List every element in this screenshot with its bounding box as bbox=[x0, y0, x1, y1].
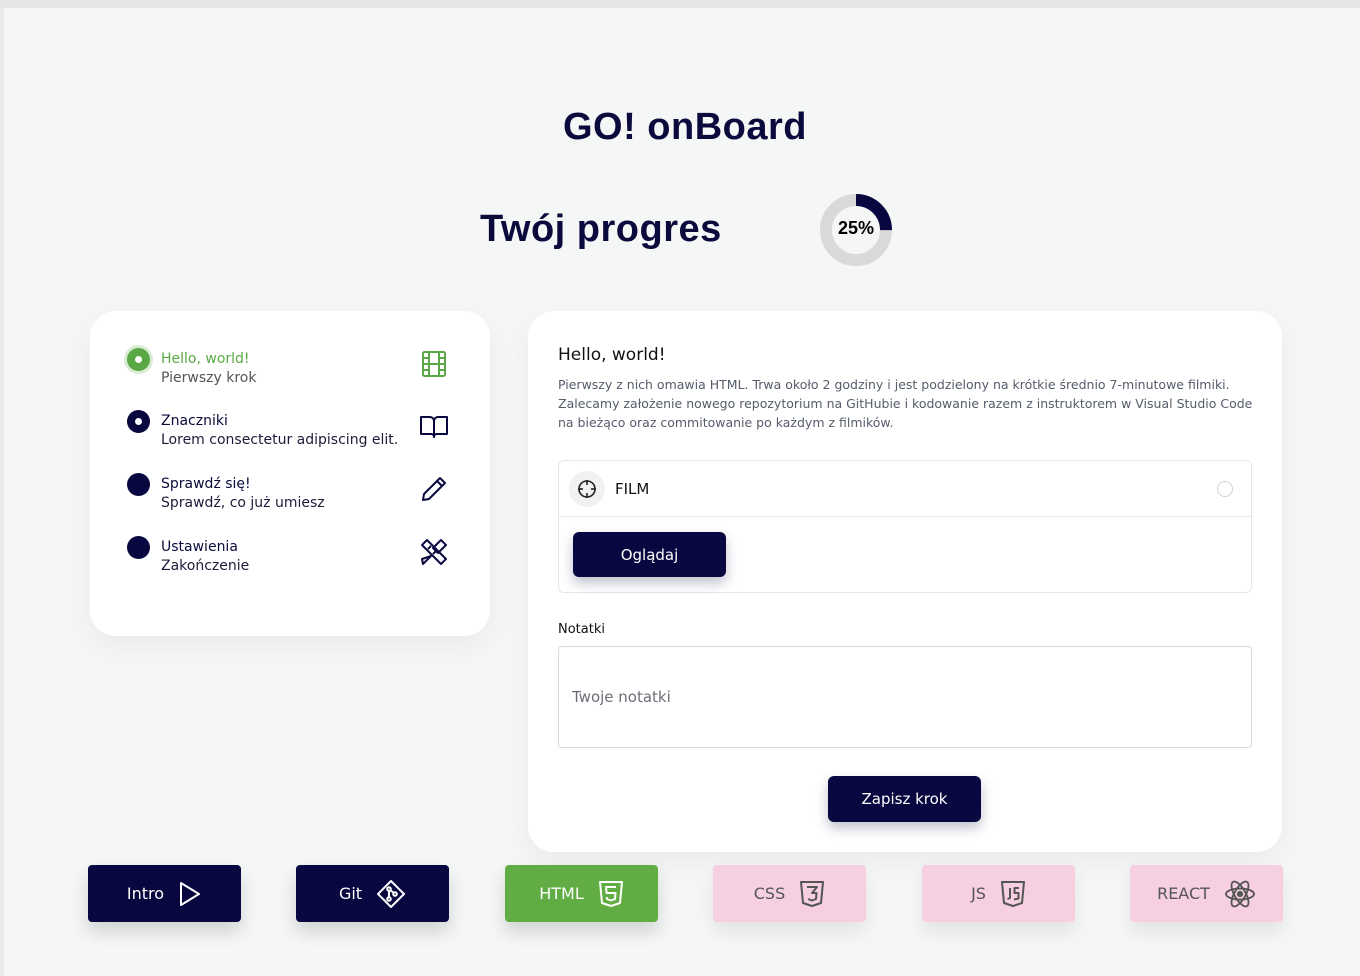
progress-title: Twój progres bbox=[480, 208, 722, 250]
step-title: Hello, world! bbox=[161, 351, 250, 367]
step-subtitle: Lorem consectetur adipiscing elit. bbox=[161, 432, 399, 448]
tech-button-intro[interactable]: Intro bbox=[88, 865, 241, 922]
step-item-hello-world[interactable]: Hello, world! Pierwszy krok bbox=[90, 348, 490, 398]
react-icon bbox=[1225, 880, 1255, 907]
step-details-panel: Hello, world! Pierwszy z nich omawia HTM… bbox=[528, 311, 1282, 852]
step-status-dot bbox=[127, 536, 150, 559]
step-status-dot bbox=[127, 348, 150, 371]
step-item-sprawdz-sie[interactable]: Sprawdź się! Sprawdź, co już umiesz bbox=[90, 473, 490, 523]
step-subtitle: Pierwszy krok bbox=[161, 370, 257, 386]
progress-percent: 25% bbox=[837, 218, 875, 238]
steps-panel: Hello, world! Pierwszy krok Znaczniki Lo… bbox=[90, 311, 490, 636]
window-left-edge bbox=[0, 8, 4, 976]
notes-label: Notatki bbox=[558, 622, 605, 637]
tech-button-label: JS bbox=[971, 884, 986, 903]
tech-button-label: HTML bbox=[539, 884, 584, 903]
step-item-ustawienia[interactable]: Ustawienia Zakończenie bbox=[90, 536, 490, 586]
html5-icon bbox=[598, 880, 623, 907]
tech-button-react[interactable]: REACT bbox=[1130, 865, 1283, 922]
film-section: FILM Oglądaj bbox=[558, 460, 1252, 593]
step-description: Pierwszy z nich omawia HTML. Trwa około … bbox=[558, 377, 1253, 430]
tech-button-label: Git bbox=[338, 884, 363, 903]
step-status-dot bbox=[127, 410, 150, 433]
tech-button-html[interactable]: HTML bbox=[505, 865, 658, 922]
tech-button-label: Intro bbox=[126, 884, 165, 903]
notes-input[interactable] bbox=[558, 646, 1252, 748]
watch-button[interactable]: Oglądaj bbox=[573, 532, 726, 577]
tech-button-js[interactable]: JS bbox=[922, 865, 1075, 922]
step-heading: Hello, world! bbox=[558, 345, 666, 365]
js-icon bbox=[1000, 880, 1025, 907]
save-step-button[interactable]: Zapisz krok bbox=[828, 776, 981, 822]
step-status-dot bbox=[127, 473, 150, 496]
pencil-icon bbox=[422, 477, 446, 501]
git-icon bbox=[377, 879, 406, 908]
page-title: GO! onBoard bbox=[562, 106, 808, 148]
film-complete-radio[interactable] bbox=[1217, 481, 1233, 497]
browser-top-bar bbox=[0, 0, 1360, 8]
book-icon bbox=[420, 416, 448, 438]
tech-button-label: CSS bbox=[753, 884, 786, 903]
step-subtitle: Sprawdź, co już umiesz bbox=[161, 495, 325, 511]
film-header: FILM bbox=[559, 461, 1251, 517]
film-icon-badge bbox=[569, 471, 605, 507]
film-label: FILM bbox=[615, 480, 650, 498]
step-title: Ustawienia bbox=[161, 539, 238, 555]
crosshair-icon bbox=[578, 480, 596, 498]
tech-button-label: REACT bbox=[1157, 884, 1210, 903]
film-icon bbox=[422, 351, 446, 377]
step-subtitle: Zakończenie bbox=[161, 558, 250, 574]
step-item-znaczniki[interactable]: Znaczniki Lorem consectetur adipiscing e… bbox=[90, 410, 490, 460]
tech-button-css[interactable]: CSS bbox=[713, 865, 866, 922]
play-icon bbox=[180, 881, 201, 906]
step-title: Znaczniki bbox=[161, 413, 228, 429]
step-title: Sprawdź się! bbox=[161, 476, 251, 492]
css3-icon bbox=[800, 880, 825, 907]
tools-icon bbox=[421, 539, 447, 565]
tech-button-git[interactable]: Git bbox=[296, 865, 449, 922]
